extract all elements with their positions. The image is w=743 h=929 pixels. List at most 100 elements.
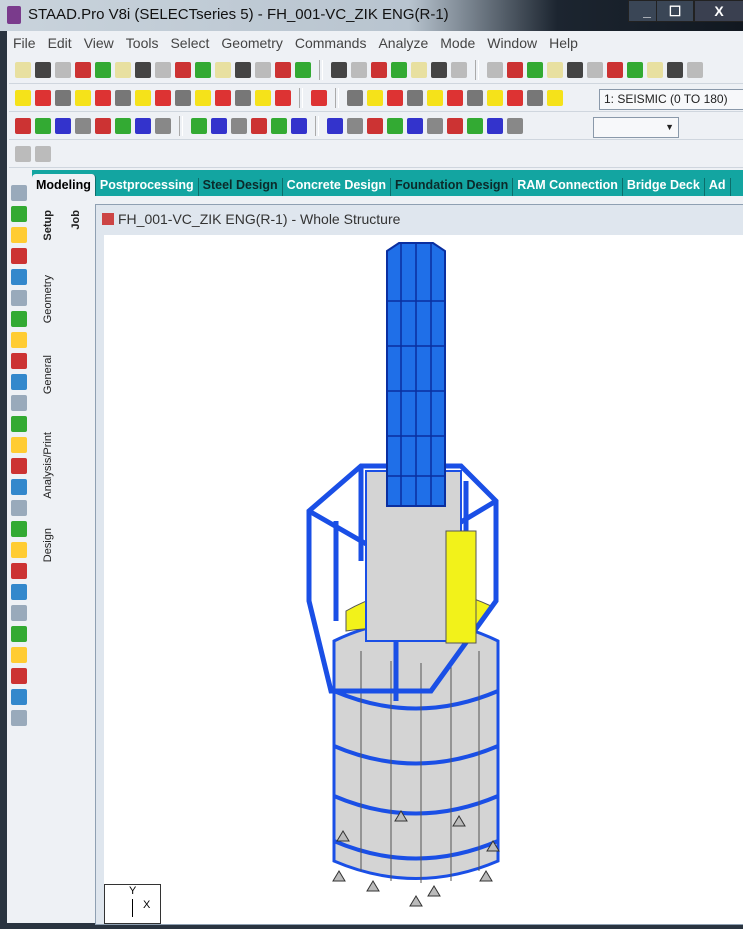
toolbar-button-icon[interactable] [291, 118, 307, 134]
toolbar-button-icon[interactable] [687, 62, 703, 78]
selection-tool-icon[interactable] [11, 563, 27, 579]
toolbar-button-icon[interactable] [75, 118, 91, 134]
toolbar-button-icon[interactable] [135, 62, 151, 78]
selection-tool-icon[interactable] [11, 689, 27, 705]
toolbar-button-icon[interactable] [215, 90, 231, 106]
toolbar-button-icon[interactable] [275, 62, 291, 78]
toolbar-button-icon[interactable] [567, 62, 583, 78]
toolbar-button-icon[interactable] [235, 62, 251, 78]
menu-window[interactable]: Window [481, 33, 543, 55]
menu-commands[interactable]: Commands [289, 33, 373, 55]
selection-tool-icon[interactable] [11, 395, 27, 411]
selection-tool-icon[interactable] [11, 500, 27, 516]
toolbar-button-icon[interactable] [487, 118, 503, 134]
toolbar-button-icon[interactable] [467, 90, 483, 106]
toolbar-button-icon[interactable] [467, 118, 483, 134]
toolbar-button-icon[interactable] [155, 90, 171, 106]
menu-view[interactable]: View [78, 33, 120, 55]
toolbar-button-icon[interactable] [667, 62, 683, 78]
selection-tool-icon[interactable] [11, 374, 27, 390]
toolbar-button-icon[interactable] [255, 90, 271, 106]
toolbar-button-icon[interactable] [431, 62, 447, 78]
toolbar-button-icon[interactable] [75, 90, 91, 106]
selection-tool-icon[interactable] [11, 710, 27, 726]
toolbar-button-icon[interactable] [527, 62, 543, 78]
toolbar-button-icon[interactable] [95, 62, 111, 78]
toolbar-button-icon[interactable] [195, 62, 211, 78]
menu-select[interactable]: Select [164, 33, 215, 55]
menu-tools[interactable]: Tools [120, 33, 165, 55]
toolbar-button-icon[interactable] [55, 62, 71, 78]
model-viewport[interactable]: Y X [104, 235, 743, 924]
tab-bridge-deck[interactable]: Bridge Deck [623, 178, 705, 196]
selection-tool-icon[interactable] [11, 521, 27, 537]
toolbar-button-icon[interactable] [587, 62, 603, 78]
side-tab-geometry[interactable]: Geometry [42, 275, 54, 323]
menu-edit[interactable]: Edit [42, 33, 78, 55]
toolbar-button-icon[interactable] [347, 118, 363, 134]
menu-mode[interactable]: Mode [434, 33, 481, 55]
tab-more[interactable]: Ad [705, 178, 731, 196]
toolbar-button-icon[interactable] [211, 118, 227, 134]
selection-tool-icon[interactable] [11, 227, 27, 243]
selection-tool-icon[interactable] [11, 290, 27, 306]
toolbar-button-icon[interactable] [255, 62, 271, 78]
toolbar-button-icon[interactable] [407, 118, 423, 134]
toolbar-button-icon[interactable] [35, 90, 51, 106]
toolbar-button-icon[interactable] [331, 62, 347, 78]
selection-tool-icon[interactable] [11, 437, 27, 453]
selection-tool-icon[interactable] [11, 605, 27, 621]
toolbar-button-icon[interactable] [391, 62, 407, 78]
selection-tool-icon[interactable] [11, 248, 27, 264]
toolbar-button-icon[interactable] [275, 90, 291, 106]
toolbar-button-icon[interactable] [507, 118, 523, 134]
load-case-select[interactable]: 1: SEISMIC (0 TO 180) [599, 89, 743, 110]
toolbar-button-icon[interactable] [251, 118, 267, 134]
selection-tool-icon[interactable] [11, 269, 27, 285]
menu-analyze[interactable]: Analyze [372, 33, 434, 55]
toolbar-button-icon[interactable] [115, 118, 131, 134]
selection-tool-icon[interactable] [11, 668, 27, 684]
toolbar-button-icon[interactable] [231, 118, 247, 134]
toolbar-button-icon[interactable] [451, 62, 467, 78]
toolbar-button-icon[interactable] [427, 90, 443, 106]
toolbar-button-icon[interactable] [487, 62, 503, 78]
toolbar-button-icon[interactable] [447, 90, 463, 106]
toolbar-button-icon[interactable] [487, 90, 503, 106]
toolbar-button-icon[interactable] [135, 90, 151, 106]
toolbar-button-icon[interactable] [427, 118, 443, 134]
selection-tool-icon[interactable] [11, 206, 27, 222]
toolbar-button-icon[interactable] [367, 118, 383, 134]
toolbar-button-icon[interactable] [15, 146, 31, 162]
toolbar-button-icon[interactable] [35, 62, 51, 78]
toolbar-button-icon[interactable] [115, 62, 131, 78]
selection-tool-icon[interactable] [11, 353, 27, 369]
toolbar-button-icon[interactable] [35, 118, 51, 134]
toolbar-button-icon[interactable] [155, 118, 171, 134]
toolbar-button-icon[interactable] [311, 90, 327, 106]
toolbar-button-icon[interactable] [547, 90, 563, 106]
side-tab-general[interactable]: General [42, 355, 54, 394]
toolbar-button-icon[interactable] [271, 118, 287, 134]
empty-select[interactable]: ▼ [593, 117, 679, 138]
selection-tool-icon[interactable] [11, 185, 27, 201]
toolbar-button-icon[interactable] [195, 90, 211, 106]
selection-tool-icon[interactable] [11, 332, 27, 348]
selection-tool-icon[interactable] [11, 584, 27, 600]
toolbar-button-icon[interactable] [411, 62, 427, 78]
tab-concrete-design[interactable]: Concrete Design [283, 178, 392, 196]
toolbar-button-icon[interactable] [507, 90, 523, 106]
tab-postprocessing[interactable]: Postprocessing [96, 178, 199, 196]
toolbar-button-icon[interactable] [95, 90, 111, 106]
selection-tool-icon[interactable] [11, 542, 27, 558]
toolbar-button-icon[interactable] [35, 146, 51, 162]
toolbar-button-icon[interactable] [135, 118, 151, 134]
menu-file[interactable]: File [7, 33, 42, 55]
side-tab-design[interactable]: Design [42, 528, 54, 562]
toolbar-button-icon[interactable] [175, 90, 191, 106]
side-tab-job[interactable]: Job [70, 210, 82, 230]
selection-tool-icon[interactable] [11, 479, 27, 495]
toolbar-button-icon[interactable] [327, 118, 343, 134]
menu-help[interactable]: Help [543, 33, 584, 55]
tab-steel-design[interactable]: Steel Design [199, 178, 283, 196]
